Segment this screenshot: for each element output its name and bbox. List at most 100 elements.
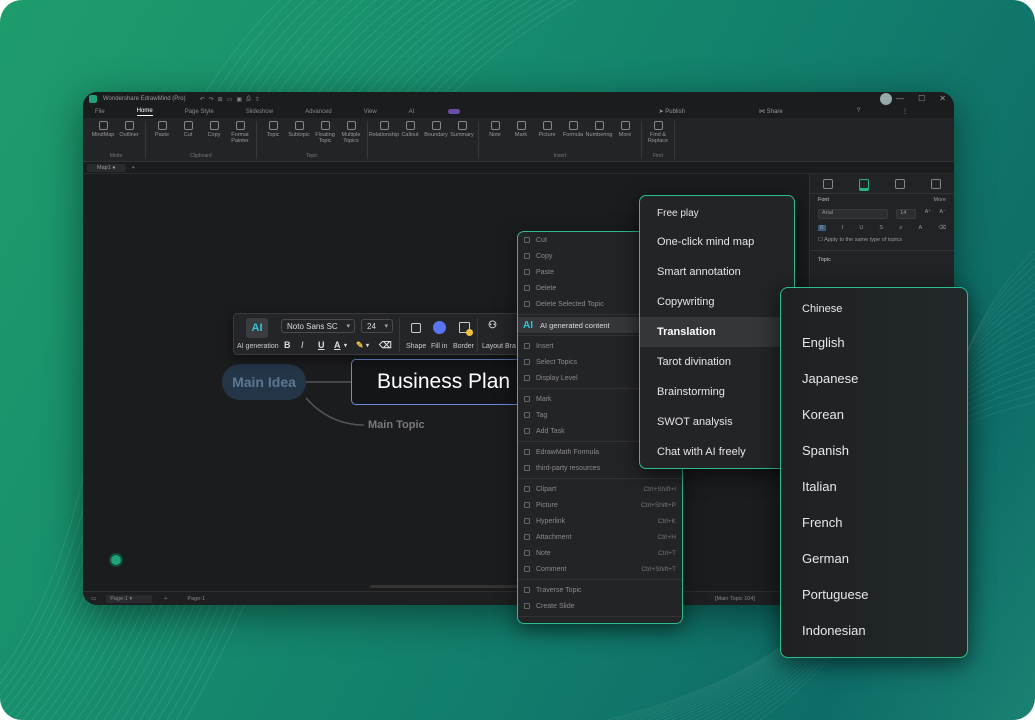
context-item-picture[interactable]: Picture Ctrl+Shift+P	[518, 497, 682, 513]
menu-separator	[518, 579, 682, 580]
toolbar-highlight-dropdown-icon[interactable]: ▾	[366, 342, 369, 349]
context-item-label: Delete	[536, 284, 557, 292]
menu-item-icon	[524, 502, 530, 508]
toolbar-bold-icon[interactable]: B	[284, 340, 291, 350]
context-item-shortcut: Ctrl+T	[658, 549, 676, 557]
menu-item-icon	[524, 396, 530, 402]
toolbar-highlight-icon[interactable]: ✎	[356, 340, 364, 351]
context-item-label: Select Topics	[536, 358, 578, 366]
menu-item-icon	[524, 412, 530, 418]
ai-generation-button[interactable]: AI	[246, 318, 268, 338]
menu-item-icon	[524, 465, 530, 471]
border-label: Border	[453, 343, 475, 350]
toolbar-clear-format-icon[interactable]: ⌫	[379, 340, 392, 351]
context-item-label: Display Level	[536, 374, 578, 382]
menu-item-icon	[524, 534, 530, 540]
context-item-shortcut: F4	[668, 624, 676, 625]
language-item-portuguese[interactable]: Portuguese	[781, 576, 967, 612]
toolbar-font-size-select[interactable]: 24	[361, 319, 393, 333]
layout-branch-label: Layout Bra	[482, 343, 516, 350]
context-item-note[interactable]: Note Ctrl+T	[518, 545, 682, 561]
menu-item-icon	[524, 566, 530, 572]
menu-item-icon	[524, 285, 530, 291]
menu-item-icon	[524, 603, 530, 609]
ai-menu-item-swot-analysis[interactable]: SWOT analysis	[640, 407, 794, 437]
menu-item-icon	[524, 343, 530, 349]
context-item-drill-down[interactable]: Drill Down F4	[518, 619, 682, 625]
language-item-korean[interactable]: Korean	[781, 396, 967, 432]
context-item-label: Comment	[536, 565, 567, 573]
context-item-label: Picture	[536, 501, 558, 509]
shape-icon[interactable]	[411, 323, 421, 333]
fill-label: Fill in	[431, 343, 448, 350]
context-item-create-slide[interactable]: Create Slide	[518, 598, 682, 614]
border-icon[interactable]	[459, 322, 473, 336]
toolbar-font-family-value: Noto Sans SC	[287, 321, 338, 331]
context-item-shortcut: Ctrl+Shift+P	[640, 501, 676, 509]
fill-color-icon[interactable]	[433, 321, 446, 334]
menu-item-icon	[524, 237, 530, 243]
assistant-icon[interactable]	[109, 553, 123, 567]
ai-menu-item-copywriting[interactable]: Copywriting	[640, 287, 794, 317]
context-item-label: Insert	[536, 342, 554, 350]
menu-item-icon	[524, 587, 530, 593]
layout-branch-icon[interactable]: ⚇	[488, 320, 497, 331]
ai-menu-item-brainstorming[interactable]: Brainstorming	[640, 377, 794, 407]
menu-item-icon	[524, 301, 530, 307]
context-item-comment[interactable]: Comment Ctrl+Shift+T	[518, 561, 682, 577]
language-item-english[interactable]: English	[781, 324, 967, 360]
menu-item-icon	[524, 359, 530, 365]
language-item-spanish[interactable]: Spanish	[781, 432, 967, 468]
context-item-label: Mark	[536, 395, 552, 403]
ai-menu-item-chat-with-ai-freely[interactable]: Chat with AI freely	[640, 437, 794, 467]
context-item-clipart[interactable]: Clipart Ctrl+Shift+I	[518, 481, 682, 497]
toolbar-underline-icon[interactable]: U	[318, 340, 325, 350]
ai-menu-item-tarot-divination[interactable]: Tarot divination	[640, 347, 794, 377]
language-item-german[interactable]: German	[781, 540, 967, 576]
menu-item-icon	[524, 449, 530, 455]
border-color-dot	[466, 329, 473, 336]
context-item-label: third-party resources	[536, 464, 601, 472]
menu-separator	[518, 478, 682, 479]
ai-menu-item-free-play[interactable]: Free play	[640, 200, 794, 227]
toolbar-divider	[399, 318, 400, 352]
context-item-label: Create Slide	[536, 602, 575, 610]
context-item-label: Cut	[536, 236, 547, 244]
context-item-attachment[interactable]: Attachment Ctrl+H	[518, 529, 682, 545]
context-item-shortcut: Ctrl+H	[657, 533, 676, 541]
toolbar-font-color-dropdown-icon[interactable]: ▾	[344, 342, 347, 349]
menu-item-icon	[524, 253, 530, 259]
context-item-label: AI generated content	[540, 320, 610, 330]
language-item-italian[interactable]: Italian	[781, 468, 967, 504]
language-submenu: Chinese English Japanese Korean Spanish Itali…	[780, 287, 968, 658]
context-item-label: Copy	[536, 252, 553, 260]
toolbar-font-color-icon[interactable]: A	[334, 340, 341, 350]
toolbar-italic-icon[interactable]: I	[301, 340, 304, 350]
context-item-label: Add Task	[536, 427, 565, 435]
business-plan-node[interactable]: Business Plan	[351, 359, 531, 405]
context-item-traverse-topic[interactable]: Traverse Topic	[518, 582, 682, 598]
menu-item-icon	[524, 428, 530, 434]
context-item-label: Paste	[536, 268, 554, 276]
language-item-chinese[interactable]: Chinese	[781, 294, 967, 324]
menu-separator	[518, 616, 682, 617]
context-item-hyperlink[interactable]: Hyperlink Ctrl+K	[518, 513, 682, 529]
language-item-indonesian[interactable]: Indonesian	[781, 612, 967, 648]
toolbar-font-family-select[interactable]: Noto Sans SC	[281, 319, 355, 333]
menu-item-icon	[524, 486, 530, 492]
ai-submenu: Free play One-click mind map Smart annotat…	[639, 195, 795, 469]
context-item-shortcut: Ctrl+Shift+T	[641, 565, 676, 573]
language-item-french[interactable]: French	[781, 504, 967, 540]
context-item-shortcut: Ctrl+K	[657, 517, 676, 525]
ai-generation-label: AI generation	[237, 343, 279, 350]
ai-menu-item-smart-annotation[interactable]: Smart annotation	[640, 257, 794, 287]
menu-item-icon	[524, 550, 530, 556]
language-item-japanese[interactable]: Japanese	[781, 360, 967, 396]
context-item-label: Hyperlink	[536, 517, 566, 525]
ai-menu-item-one-click-mind-map[interactable]: One-click mind map	[640, 227, 794, 257]
menu-item-icon	[524, 269, 530, 275]
context-item-label: Note	[536, 549, 551, 557]
ai-menu-item-translation[interactable]: Translation	[640, 317, 794, 347]
context-item-label: Drill Down	[536, 624, 568, 625]
context-item-label: Clipart	[536, 485, 557, 493]
